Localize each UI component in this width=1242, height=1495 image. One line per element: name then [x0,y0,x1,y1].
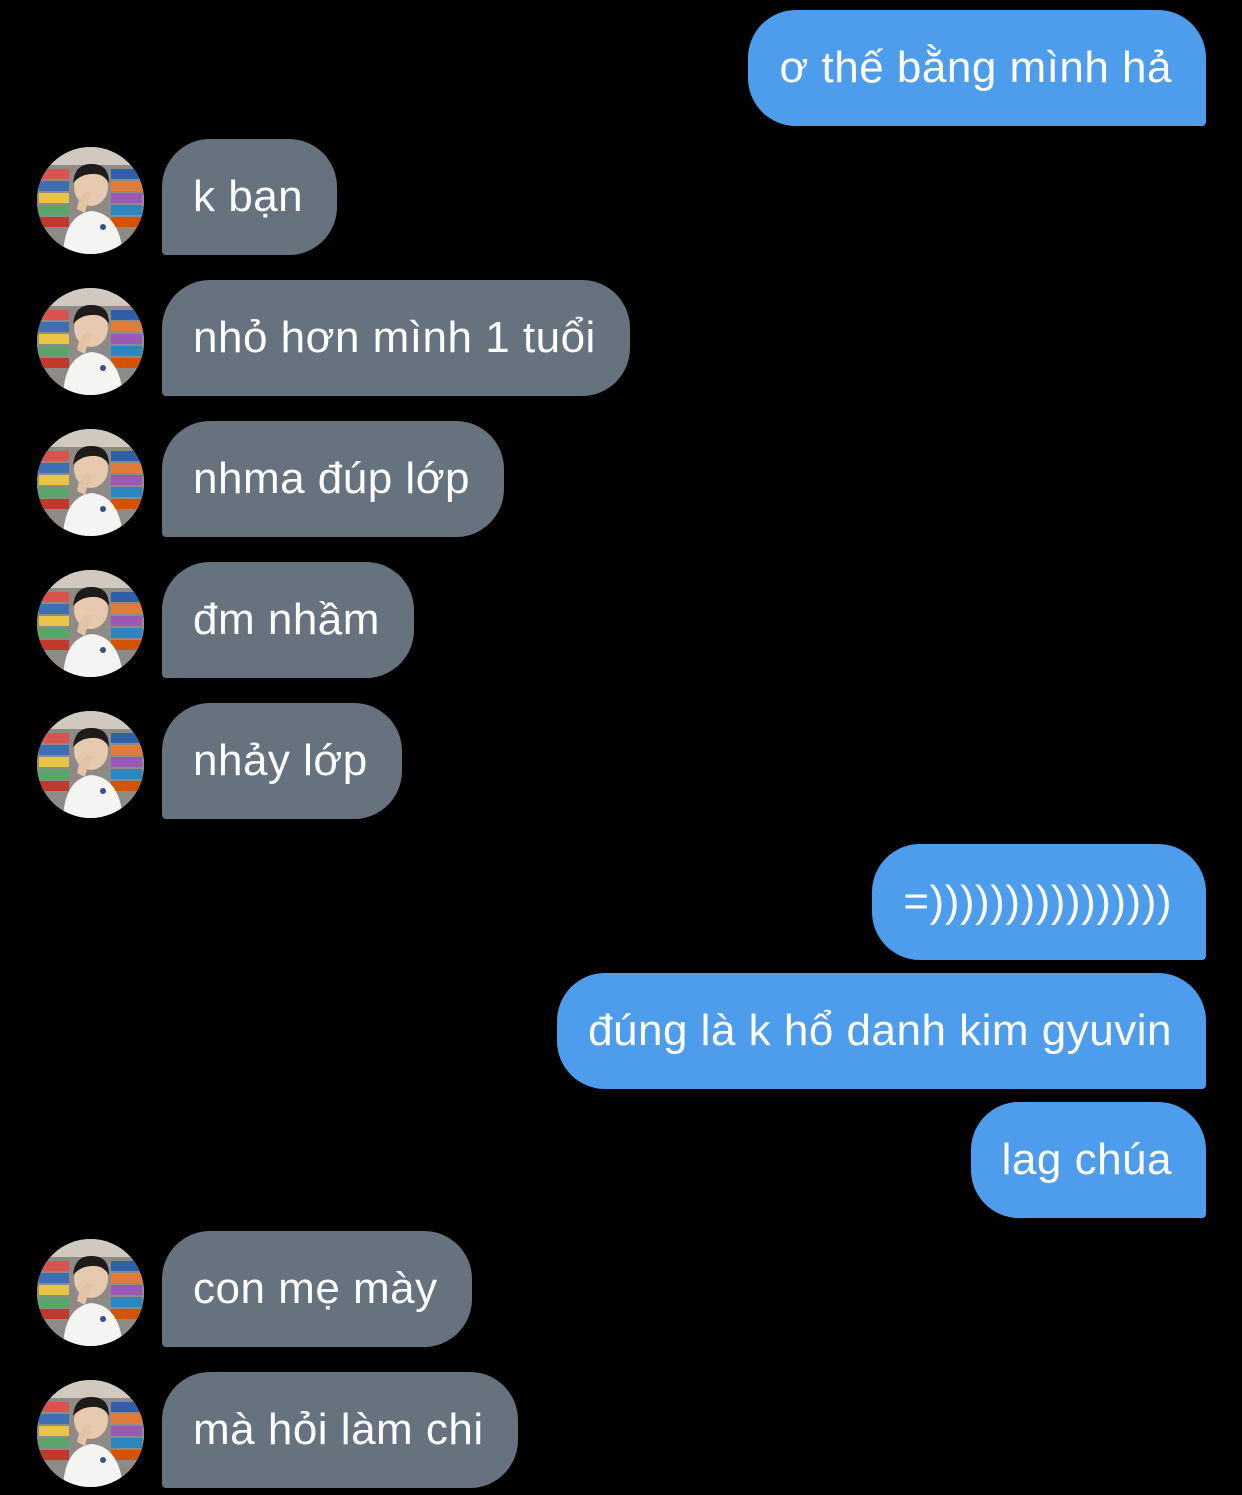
message-bubble-sent[interactable]: =)))))))))))))))) [872,844,1206,960]
message-bubble-sent[interactable]: ơ thế bằng mình hả [748,10,1206,126]
message-text: nhma đúp lớp [193,454,471,503]
message-text: đúng là k hổ danh kim gyuvin [588,1006,1172,1055]
message-sent: lag chúa [0,1102,1206,1218]
message-received: nhỏ hơn mình 1 tuổi [0,280,1242,396]
message-sent: ơ thế bằng mình hả [0,10,1206,126]
message-sent: =)))))))))))))))) [0,844,1206,960]
message-text: nhỏ hơn mình 1 tuổi [193,313,596,362]
message-received: đm nhầm [0,562,1242,678]
message-sent: đúng là k hổ danh kim gyuvin [0,973,1206,1089]
avatar-photo [37,429,144,536]
contact-avatar[interactable] [37,711,144,818]
message-received: nhảy lớp [0,703,1242,819]
message-text: mà hỏi làm chi [193,1405,484,1454]
message-received: con mẹ mày [0,1231,1242,1347]
contact-avatar[interactable] [37,288,144,395]
message-text: k bạn [193,172,304,221]
avatar-photo [37,711,144,818]
message-text: con mẹ mày [193,1264,438,1313]
chat-thread[interactable]: ơ thế bằng mình hả k bạn nhỏ hơn mình 1 … [0,0,1242,1495]
message-bubble-received[interactable]: nhảy lớp [162,703,402,819]
message-bubble-sent[interactable]: đúng là k hổ danh kim gyuvin [557,973,1206,1089]
avatar-photo [37,1380,144,1487]
avatar-photo [37,147,144,254]
contact-avatar[interactable] [37,147,144,254]
contact-avatar[interactable] [37,1380,144,1487]
message-text: nhảy lớp [193,736,368,785]
message-text: lag chúa [1001,1135,1172,1184]
message-bubble-received[interactable]: k bạn [162,139,338,255]
message-bubble-received[interactable]: đm nhầm [162,562,414,678]
message-text: đm nhầm [193,595,380,644]
message-text: =)))))))))))))))) [903,877,1172,926]
contact-avatar[interactable] [37,570,144,677]
contact-avatar[interactable] [37,429,144,536]
avatar-photo [37,1239,144,1346]
message-bubble-received[interactable]: nhỏ hơn mình 1 tuổi [162,280,630,396]
message-received: nhma đúp lớp [0,421,1242,537]
message-bubble-received[interactable]: nhma đúp lớp [162,421,505,537]
message-bubble-received[interactable]: mà hỏi làm chi [162,1372,518,1488]
avatar-photo [37,288,144,395]
message-text: ơ thế bằng mình hả [779,43,1172,92]
message-received: k bạn [0,139,1242,255]
message-received: mà hỏi làm chi [0,1372,1242,1488]
message-bubble-sent[interactable]: lag chúa [970,1102,1206,1218]
avatar-photo [37,570,144,677]
contact-avatar[interactable] [37,1239,144,1346]
message-bubble-received[interactable]: con mẹ mày [162,1231,472,1347]
